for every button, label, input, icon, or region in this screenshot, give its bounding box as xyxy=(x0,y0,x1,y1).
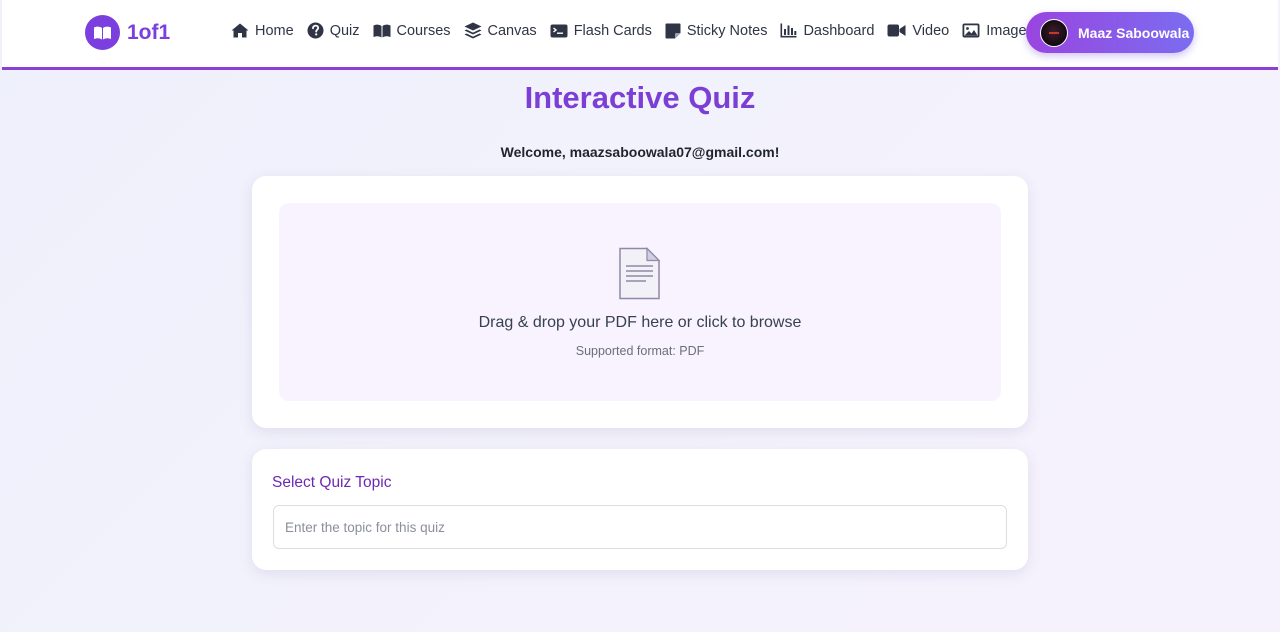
video-camera-icon xyxy=(887,24,906,37)
terminal-card-icon xyxy=(550,24,568,37)
profile-name: Maaz Saboowala xyxy=(1078,24,1190,41)
image-icon xyxy=(962,23,980,38)
nav-label-flash-cards: Flash Cards xyxy=(573,22,652,39)
nav-item-video[interactable]: Video xyxy=(887,23,949,39)
layers-icon xyxy=(464,22,482,39)
dropzone-subtext: Supported format: PDF xyxy=(575,344,705,358)
nav-label-image: Image xyxy=(986,22,1027,39)
quiz-topic-label: Select Quiz Topic xyxy=(272,474,392,491)
document-icon xyxy=(619,247,661,300)
avatar xyxy=(1040,18,1068,47)
nav-label-home: Home xyxy=(255,22,294,39)
nav-label-canvas: Canvas xyxy=(487,22,537,39)
nav-item-canvas[interactable]: Canvas xyxy=(464,22,537,39)
question-circle-icon xyxy=(307,22,324,39)
quiz-topic-card: Select Quiz Topic xyxy=(252,449,1028,570)
quiz-topic-input[interactable] xyxy=(273,505,1007,549)
profile-button[interactable]: Maaz Saboowala xyxy=(1026,12,1194,53)
home-icon xyxy=(231,23,249,38)
nav-item-courses[interactable]: Courses xyxy=(373,23,451,39)
brand[interactable]: 1of1 xyxy=(85,15,170,50)
book-icon xyxy=(373,24,391,37)
nav-item-flash-cards[interactable]: Flash Cards xyxy=(550,23,652,39)
bar-chart-icon xyxy=(780,23,797,38)
nav-item-sticky-notes[interactable]: Sticky Notes xyxy=(665,22,768,39)
nav-item-dashboard[interactable]: Dashboard xyxy=(780,23,874,39)
nav-label-sticky-notes: Sticky Notes xyxy=(686,22,768,39)
brand-name: 1of1 xyxy=(127,20,171,44)
nav-item-image[interactable]: Image xyxy=(962,22,1027,39)
book-open-icon xyxy=(85,15,120,50)
nav-item-home[interactable]: Home xyxy=(231,23,294,39)
dropzone-text: Drag & drop your PDF here or click to br… xyxy=(478,314,802,331)
upload-card: Drag & drop your PDF here or click to br… xyxy=(252,176,1028,428)
nav-label-video: Video xyxy=(912,22,950,39)
nav-label-dashboard: Dashboard xyxy=(803,22,875,39)
nav-label-quiz: Quiz xyxy=(329,22,360,39)
nav-label-courses: Courses xyxy=(396,22,451,39)
page-title: Interactive Quiz xyxy=(524,80,756,115)
pdf-dropzone[interactable]: Drag & drop your PDF here or click to br… xyxy=(279,203,1001,401)
main-nav: Home Quiz Courses Canvas Flash Cards Sti… xyxy=(231,22,1040,39)
nav-item-quiz[interactable]: Quiz xyxy=(307,22,360,39)
welcome-message: Welcome, maazsaboowala07@gmail.com! xyxy=(500,144,780,160)
sticky-note-icon xyxy=(665,23,681,38)
top-navbar: 1of1 Home Quiz Courses Canvas Flash Card… xyxy=(2,0,1278,70)
